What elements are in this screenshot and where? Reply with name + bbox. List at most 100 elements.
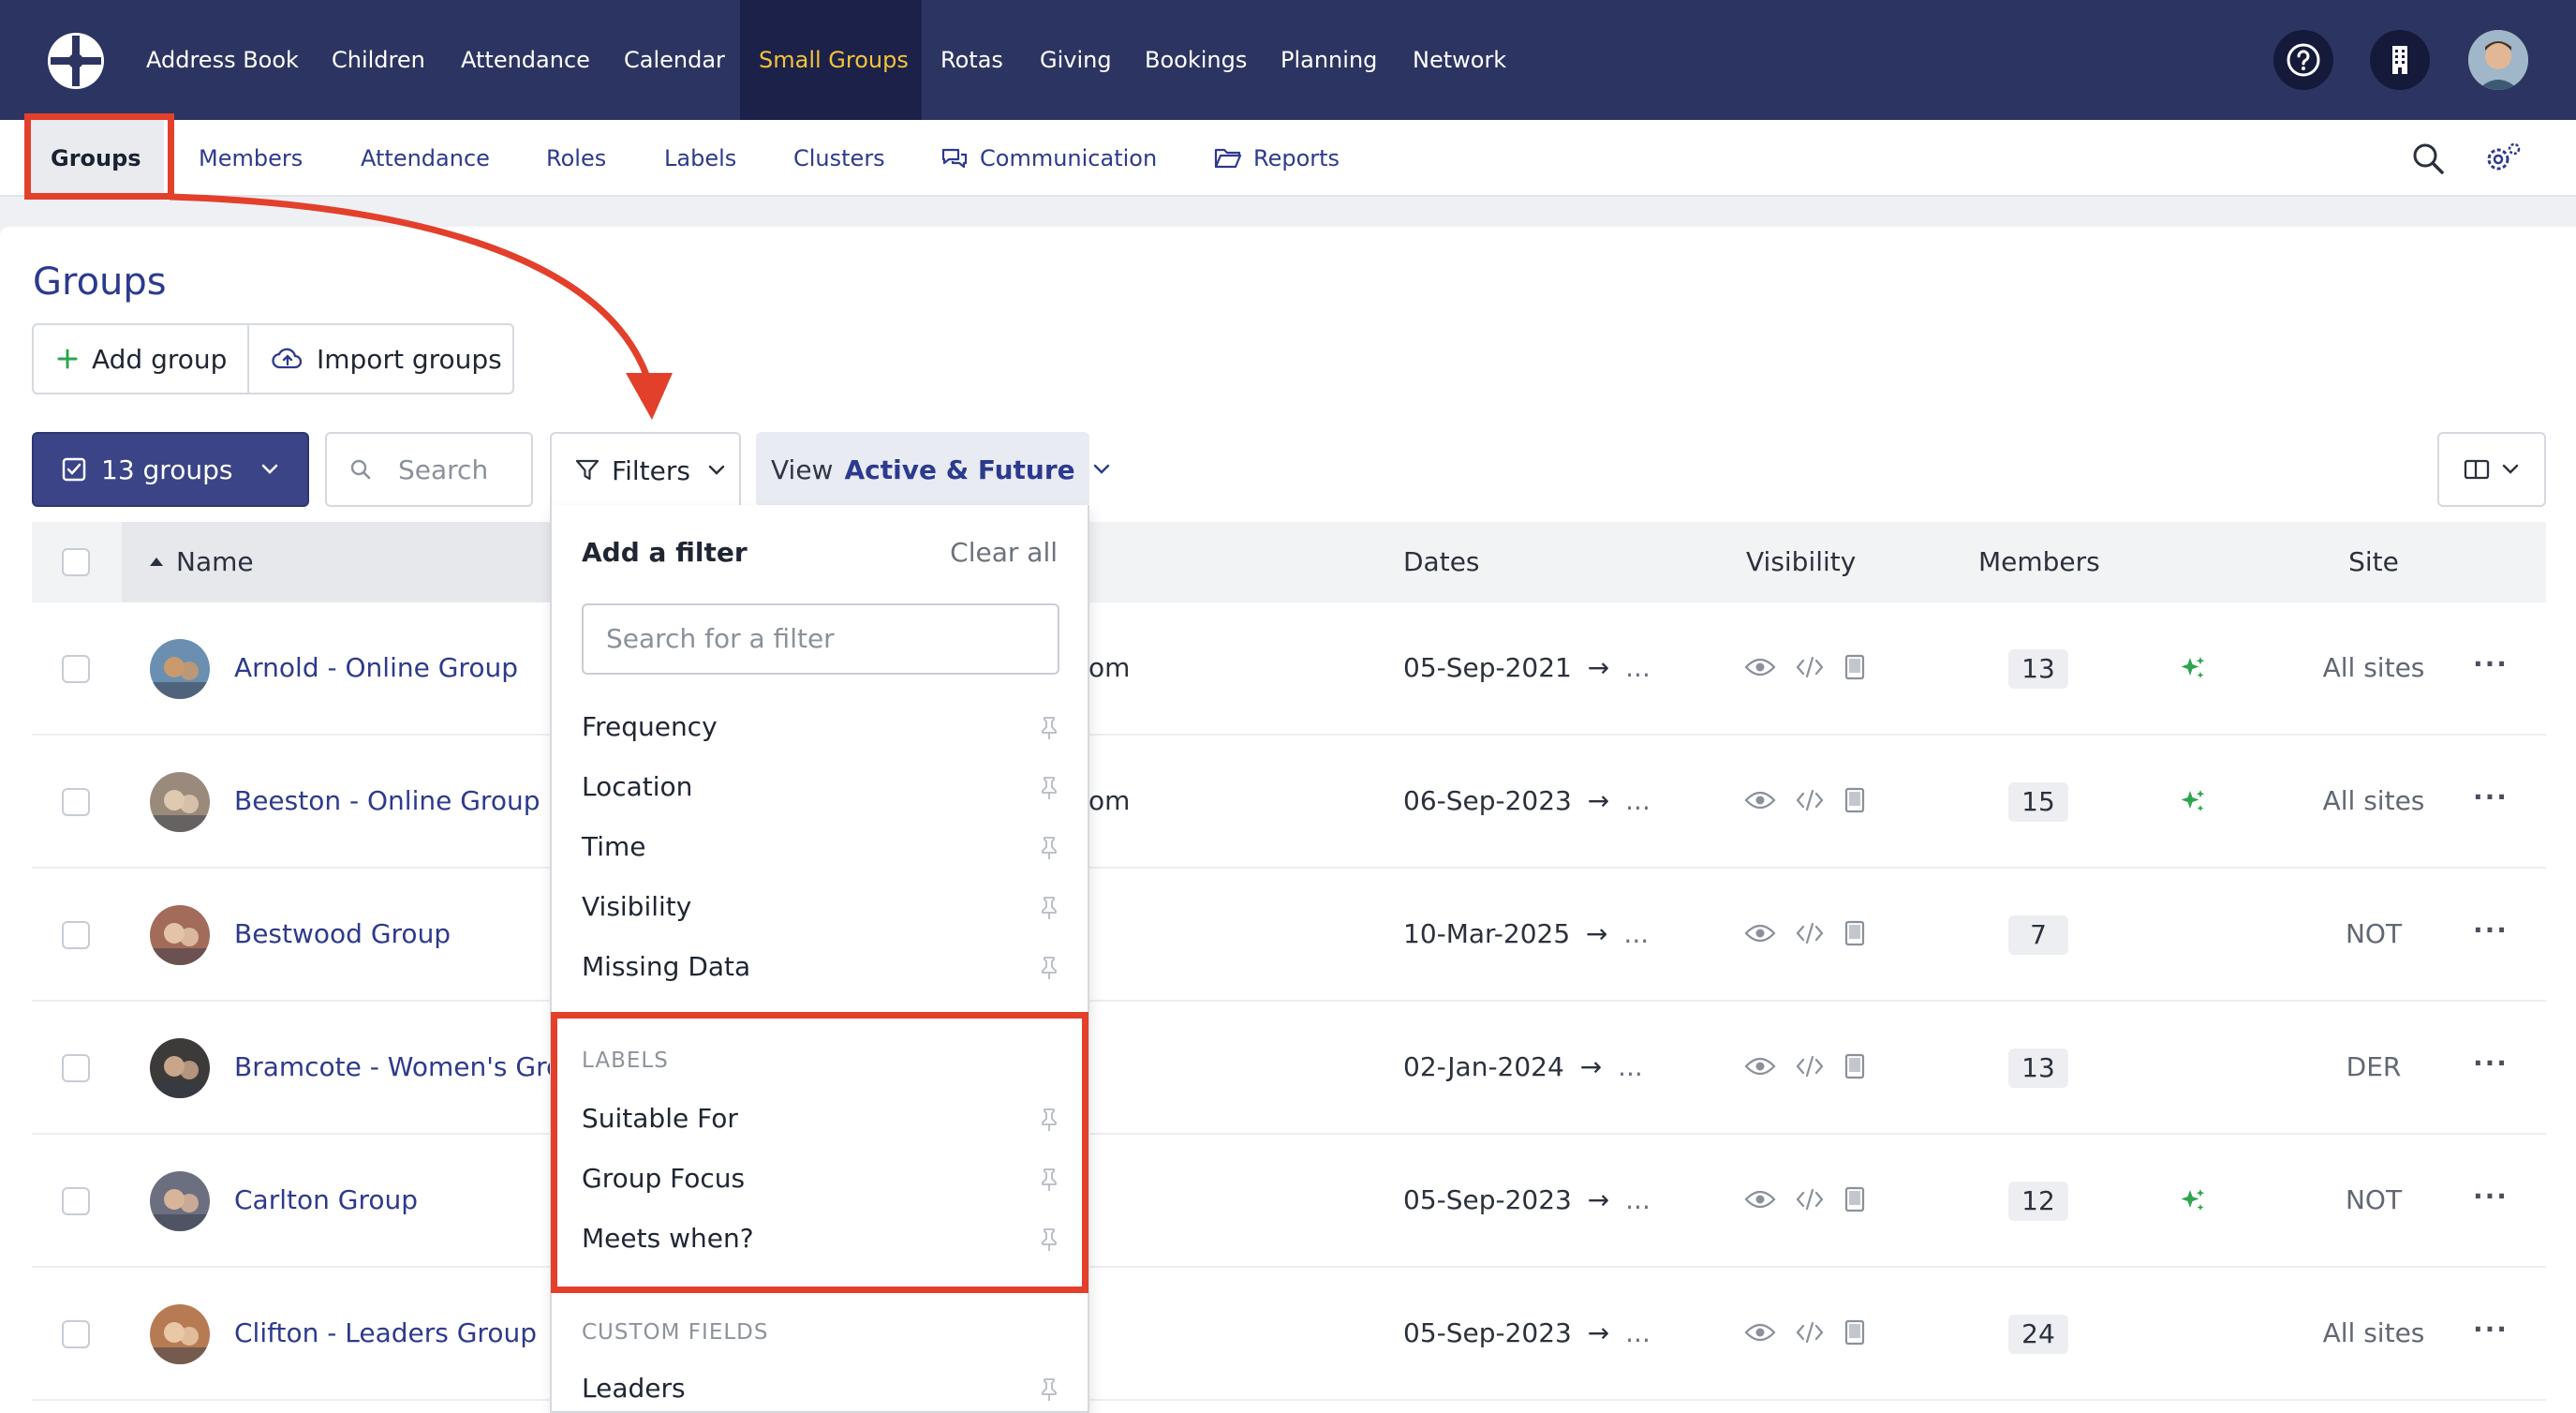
- select-all-checkbox[interactable]: [62, 548, 90, 576]
- search-input[interactable]: Search: [325, 432, 533, 507]
- site-column-header[interactable]: Site: [2280, 522, 2467, 602]
- nav-attendance[interactable]: Attendance: [442, 0, 609, 120]
- row-checkbox[interactable]: [62, 1320, 90, 1348]
- nav-rotas[interactable]: Rotas: [922, 0, 1022, 120]
- subnav-communication[interactable]: Communication: [940, 120, 1157, 197]
- member-count-badge[interactable]: 13: [2008, 1049, 2068, 1088]
- group-dates: 10-Mar-2025 → ...: [1403, 918, 1649, 949]
- search-icon[interactable]: [2408, 139, 2448, 178]
- group-name-link[interactable]: Bestwood Group: [234, 918, 451, 949]
- filter-option-missing-data[interactable]: Missing Data: [582, 951, 1059, 982]
- pin-icon[interactable]: [1039, 955, 1059, 981]
- nav-children[interactable]: Children: [313, 0, 444, 120]
- page-title: Groups: [33, 260, 167, 304]
- site-label: NOT: [2345, 918, 2403, 949]
- row-actions-menu[interactable]: ···: [2473, 915, 2509, 945]
- row-checkbox[interactable]: [62, 788, 90, 816]
- nav-address-book[interactable]: Address Book: [127, 0, 318, 120]
- eye-icon: [1744, 656, 1776, 678]
- sparkle-icon: [2179, 654, 2207, 682]
- pin-icon[interactable]: [1039, 835, 1059, 861]
- subnav-members[interactable]: Members: [199, 120, 303, 197]
- row-checkbox[interactable]: [62, 921, 90, 949]
- filter-option-location[interactable]: Location: [582, 771, 1059, 802]
- name-column-header[interactable]: Name: [150, 522, 254, 602]
- nav-calendar[interactable]: Calendar: [605, 0, 744, 120]
- group-name-link[interactable]: Arnold - Online Group: [234, 652, 518, 683]
- group-count-selector[interactable]: 13 groups: [32, 432, 309, 507]
- member-count-badge[interactable]: 13: [2008, 649, 2068, 689]
- group-avatar: [150, 639, 210, 699]
- filter-option-visibility[interactable]: Visibility: [582, 891, 1059, 922]
- row-actions-menu[interactable]: ···: [2473, 648, 2509, 679]
- start-date: 02-Jan-2024: [1403, 1051, 1564, 1082]
- row-actions-menu[interactable]: ···: [2473, 1048, 2509, 1078]
- pin-icon[interactable]: [1039, 715, 1059, 741]
- filter-option-time[interactable]: Time: [582, 831, 1059, 862]
- filter-option-location-label: Location: [582, 771, 693, 802]
- settings-icon[interactable]: [2483, 139, 2523, 178]
- sparkle-icon: [2179, 787, 2207, 815]
- row-checkbox[interactable]: [62, 1054, 90, 1082]
- member-count-badge[interactable]: 12: [2008, 1182, 2068, 1221]
- group-name-link[interactable]: Beeston - Online Group: [234, 785, 540, 816]
- group-name-link[interactable]: Bramcote - Women's Grou: [234, 1051, 579, 1082]
- group-name-link[interactable]: Carlton Group: [234, 1184, 418, 1215]
- member-count-badge[interactable]: 24: [2008, 1315, 2068, 1354]
- nav-network[interactable]: Network: [1394, 0, 1525, 120]
- nav-giving[interactable]: Giving: [1021, 0, 1131, 120]
- subnav-reports[interactable]: Reports: [1214, 120, 1340, 197]
- app-logo-icon[interactable]: [45, 30, 107, 92]
- nav-bookings[interactable]: Bookings: [1126, 0, 1266, 120]
- table-row[interactable]: Beeston - Online Group om 06-Sep-2023 → ..…: [32, 736, 2546, 869]
- date-arrow: →: [1587, 1184, 1610, 1215]
- table-row[interactable]: Arnold - Online Group om 05-Sep-2021 → ...…: [32, 602, 2546, 736]
- filters-button[interactable]: Filters: [550, 432, 741, 507]
- table-row[interactable]: Carlton Group 05-Sep-2023 → ... 12 NOT ···: [32, 1135, 2546, 1268]
- user-avatar[interactable]: [2468, 30, 2528, 90]
- import-groups-button[interactable]: Import groups: [247, 323, 514, 394]
- pin-icon[interactable]: [1039, 1376, 1059, 1403]
- row-actions-menu[interactable]: ···: [2473, 1314, 2509, 1345]
- add-group-button[interactable]: Add group: [32, 323, 249, 394]
- site-label: All sites: [2322, 652, 2425, 683]
- view-label: View: [771, 454, 834, 485]
- building-icon[interactable]: [2370, 30, 2430, 90]
- dates-column-header[interactable]: Dates: [1403, 522, 1480, 602]
- clear-all-filters-link[interactable]: Clear all: [950, 537, 1058, 568]
- row-checkbox[interactable]: [62, 1187, 90, 1215]
- subnav-labels[interactable]: Labels: [664, 120, 736, 197]
- visibility-column-header[interactable]: Visibility: [1746, 522, 1856, 602]
- group-name-link[interactable]: Clifton - Leaders Group: [234, 1317, 537, 1348]
- filter-option-frequency[interactable]: Frequency: [582, 711, 1059, 742]
- eye-icon: [1744, 1188, 1776, 1211]
- chat-icon: [940, 146, 969, 171]
- nav-small-groups[interactable]: Small Groups: [740, 0, 922, 120]
- help-icon[interactable]: [2273, 30, 2333, 90]
- table-row[interactable]: Bestwood Group 10-Mar-2025 → ... 7 NOT ···: [32, 869, 2546, 1002]
- members-column-header[interactable]: Members: [1978, 522, 2100, 602]
- subnav-attendance[interactable]: Attendance: [361, 120, 490, 197]
- code-embed-icon: [1795, 1054, 1825, 1078]
- columns-toggle-button[interactable]: [2437, 432, 2546, 507]
- subnav-roles[interactable]: Roles: [546, 120, 606, 197]
- table-row[interactable]: Clifton - Leaders Group 05-Sep-2023 → ...…: [32, 1268, 2546, 1401]
- nav-planning[interactable]: Planning: [1262, 0, 1396, 120]
- pin-icon[interactable]: [1039, 895, 1059, 921]
- group-avatar: [150, 1304, 210, 1364]
- table-row[interactable]: Bramcote - Women's Grou 02-Jan-2024 → ...…: [32, 1002, 2546, 1135]
- filter-search-input[interactable]: Search for a filter: [582, 603, 1059, 675]
- row-checkbox[interactable]: [62, 655, 90, 683]
- add-group-label: Add group: [92, 343, 228, 375]
- filter-option-leaders[interactable]: Leaders: [582, 1373, 1059, 1404]
- view-filter-button[interactable]: View Active & Future: [756, 432, 1109, 507]
- chevron-down-icon: [260, 464, 279, 475]
- member-count-badge[interactable]: 15: [2008, 782, 2068, 822]
- member-count-badge[interactable]: 7: [2008, 915, 2068, 955]
- subnav-clusters[interactable]: Clusters: [793, 120, 885, 197]
- row-actions-menu[interactable]: ···: [2473, 1181, 2509, 1212]
- row-actions-menu[interactable]: ···: [2473, 781, 2509, 812]
- subnav-roles-label: Roles: [546, 145, 607, 171]
- plus-icon: [56, 348, 79, 370]
- pin-icon[interactable]: [1039, 775, 1059, 801]
